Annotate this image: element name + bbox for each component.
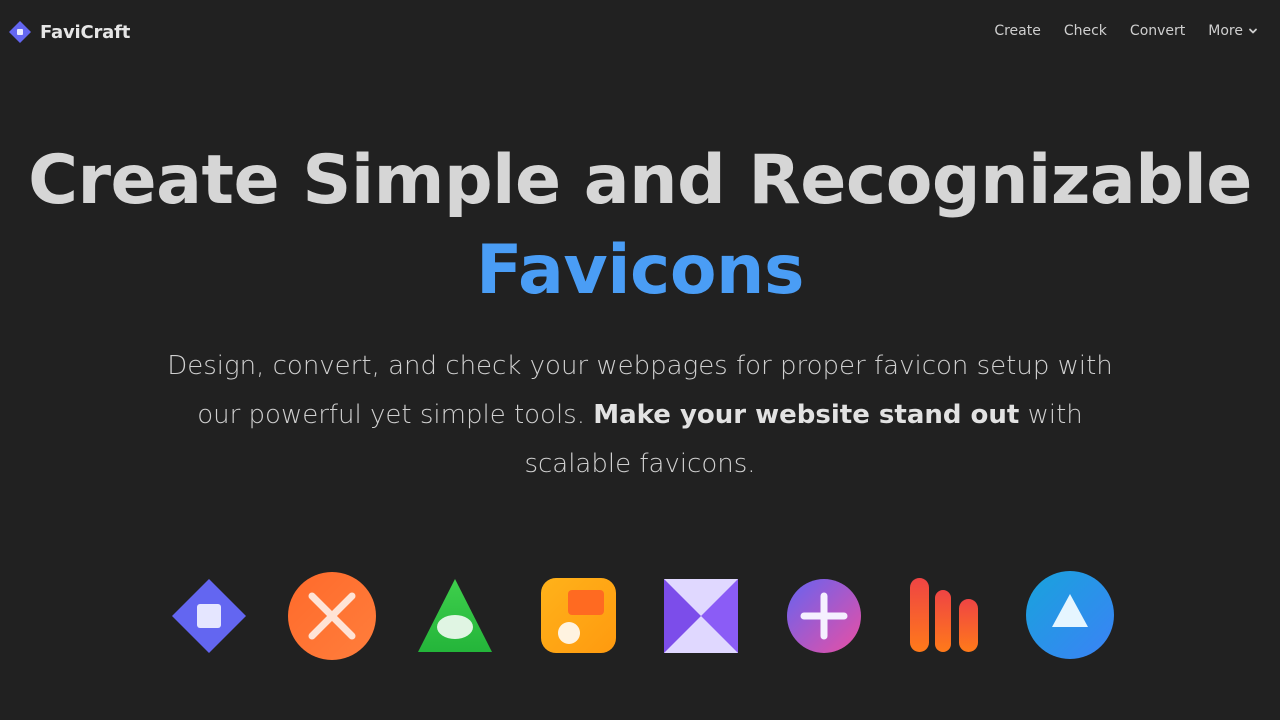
hero-title-line1: Create Simple and Recognizable bbox=[28, 141, 1252, 220]
brand-name: FaviCraft bbox=[40, 21, 131, 43]
nav-more-dropdown[interactable]: More bbox=[1208, 23, 1258, 39]
nav-check-label: Check bbox=[1063, 23, 1107, 39]
hourglass-square-icon bbox=[664, 579, 738, 653]
bar-chart-icon bbox=[910, 578, 978, 652]
triangle-circle-icon bbox=[1026, 571, 1114, 659]
hero-title-accent: Favicons bbox=[476, 231, 804, 310]
diamond-logo-icon bbox=[9, 21, 31, 43]
triangle-ellipse-icon bbox=[418, 579, 492, 652]
plus-circle-icon bbox=[787, 579, 861, 653]
hero-subtitle-bold: Make your website stand out bbox=[593, 400, 1020, 430]
nav-more-label: More bbox=[1208, 23, 1243, 39]
main-nav: Create Check Convert More bbox=[971, 23, 1258, 39]
nav-create[interactable]: Create bbox=[994, 23, 1041, 39]
nav-convert-label: Convert bbox=[1129, 23, 1186, 39]
rounded-square-dot-icon bbox=[541, 578, 616, 653]
brand-link[interactable]: FaviCraft bbox=[8, 20, 130, 44]
chevron-down-icon bbox=[1249, 28, 1257, 34]
hero-subtitle: Design, convert, and check your webpages… bbox=[160, 342, 1120, 489]
hero-title: Create Simple and Recognizable Favicons bbox=[0, 136, 1280, 316]
x-circle-icon bbox=[288, 572, 376, 660]
site-header: FaviCraft Create Check Convert More bbox=[0, 0, 1280, 66]
nav-check[interactable]: Check bbox=[1064, 23, 1107, 39]
diamond-square-icon bbox=[172, 579, 246, 653]
nav-create-label: Create bbox=[994, 23, 1041, 39]
favicon-examples bbox=[0, 570, 1280, 662]
nav-convert[interactable]: Convert bbox=[1130, 23, 1185, 39]
page: FaviCraft Create Check Convert More Crea… bbox=[0, 0, 1280, 720]
